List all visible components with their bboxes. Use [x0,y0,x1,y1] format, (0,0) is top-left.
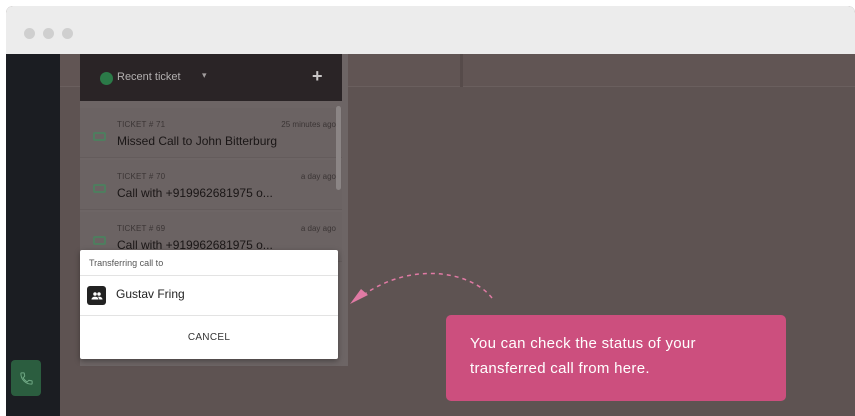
ticket-badge-icon [100,72,113,85]
app-window: Recent ticket ▾ + TICKET # 71 25 minutes… [6,6,855,416]
ticket-icon [93,236,106,245]
ticket-item[interactable]: TICKET # 70 a day ago Call with +9199626… [80,160,342,210]
pointer-arrow [350,272,493,304]
contact-name: Gustav Fring [116,287,185,301]
add-ticket-button[interactable]: + [312,66,323,87]
window-control-dot[interactable] [62,28,73,39]
ticket-time: 25 minutes ago [281,120,336,129]
tooltip-callout: You can check the status of your transfe… [446,315,786,401]
chevron-down-icon[interactable]: ▾ [202,70,207,81]
column-divider [460,54,463,87]
dialog-title: Transferring call to [89,258,164,268]
ticket-time: a day ago [300,172,336,181]
ticket-number: TICKET # 71 [117,120,166,129]
ticket-number: TICKET # 69 [117,224,166,233]
people-icon [91,291,102,299]
left-sidebar [6,54,60,416]
call-button[interactable] [11,360,41,396]
ticket-number: TICKET # 70 [117,172,166,181]
phone-icon [19,371,33,385]
ticket-title: Missed Call to John Bitterburg [117,134,278,148]
ticket-list-scrollbar[interactable] [336,106,341,190]
ticket-icon [93,132,106,141]
recent-ticket-header[interactable]: Recent ticket ▾ + [80,54,342,101]
tooltip-text: You can check the status of your transfe… [470,335,696,377]
ticket-item[interactable]: TICKET # 71 25 minutes ago Missed Call t… [80,108,342,158]
cancel-button[interactable]: CANCEL [80,316,338,358]
ticket-title: Call with +919962681975 o... [117,186,273,200]
divider [80,275,338,276]
recent-ticket-label: Recent ticket [117,71,181,83]
contact-icon [87,286,106,305]
window-control-dot[interactable] [24,28,35,39]
ticket-icon [93,184,106,193]
window-control-dot[interactable] [43,28,54,39]
transfer-call-dialog: Transferring call to Gustav Fring CANCEL [80,250,338,359]
title-bar [6,6,855,54]
ticket-time: a day ago [300,224,336,233]
